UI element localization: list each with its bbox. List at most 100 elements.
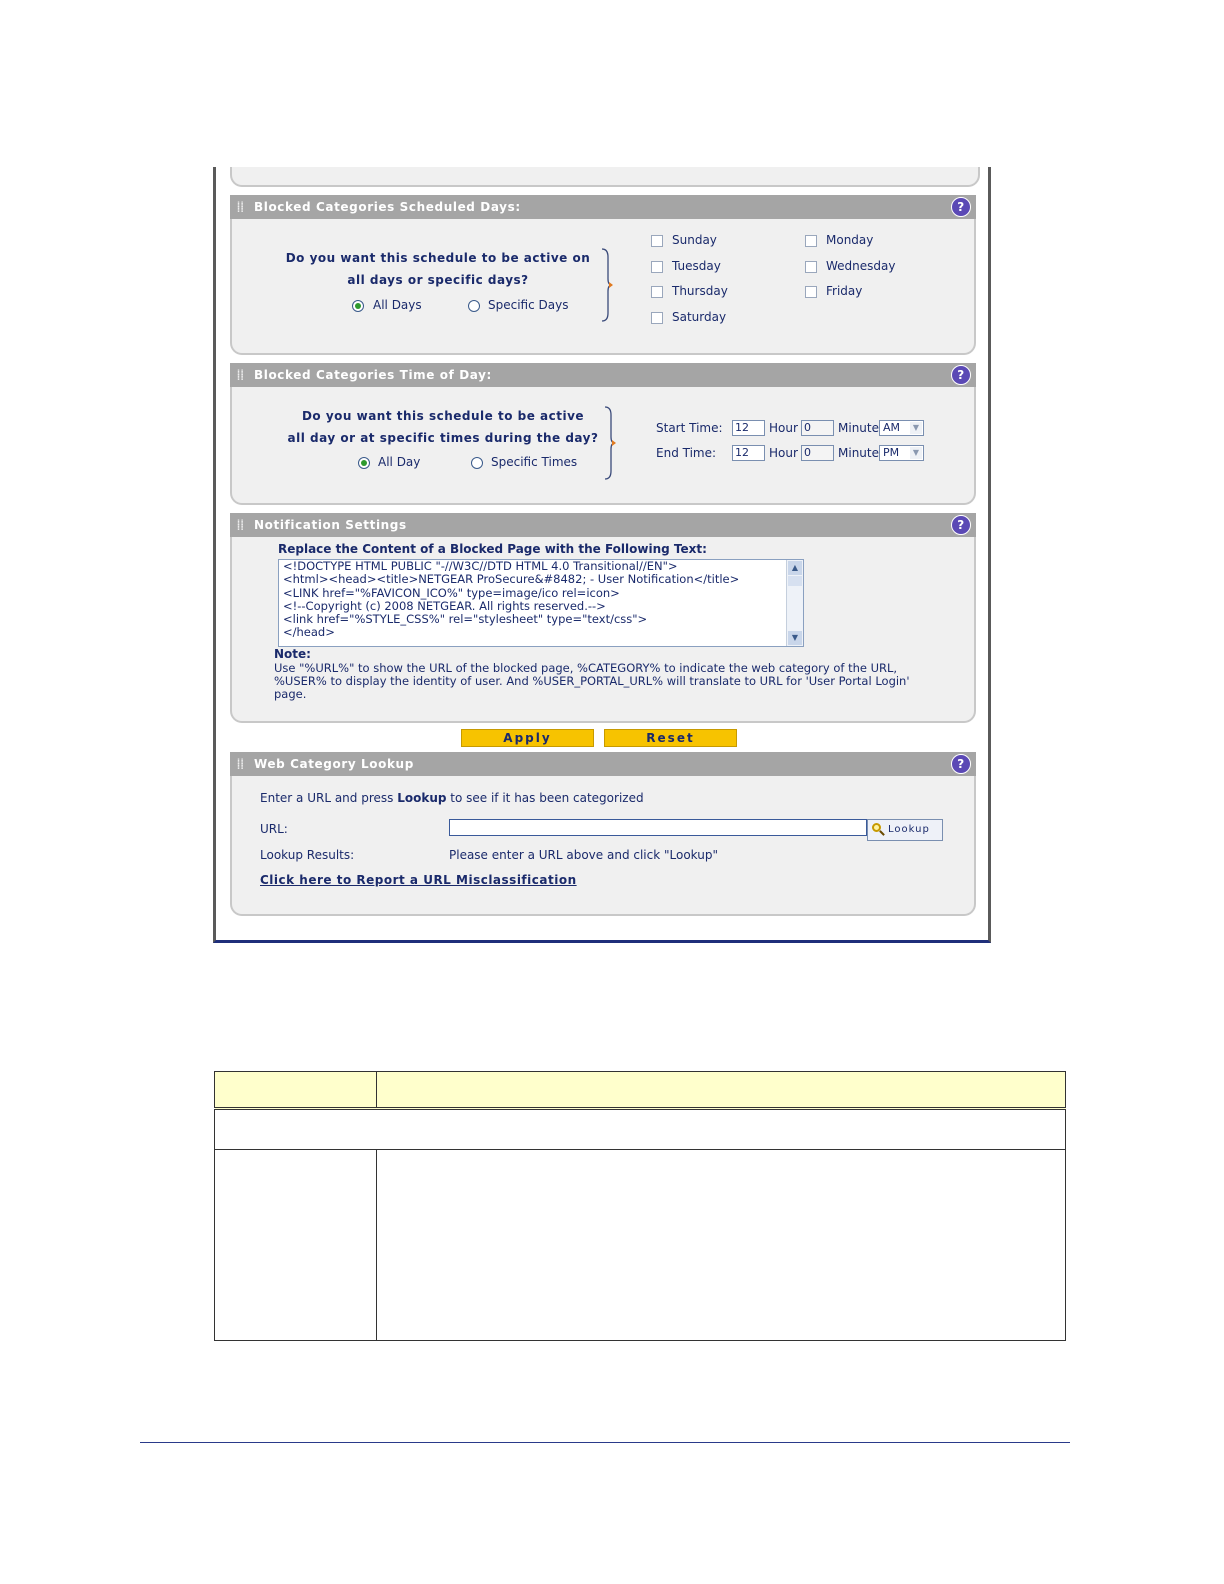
intro-bold: Lookup (397, 791, 447, 805)
notification-textarea[interactable]: <!DOCTYPE HTML PUBLIC "-//W3C//DTD HTML … (278, 559, 804, 647)
specific-times-radio[interactable] (471, 457, 483, 469)
url-label: URL: (260, 822, 288, 836)
url-input[interactable] (449, 819, 867, 836)
end-ampm-value: PM (883, 446, 900, 459)
table-cell (376, 1149, 1066, 1341)
notification-title: Notification Settings (254, 518, 407, 532)
notification-panel: Replace the Content of a Blocked Page wi… (230, 537, 976, 723)
table-header-row (214, 1071, 1066, 1110)
lookup-results-value: Please enter a URL above and click "Look… (449, 848, 718, 862)
time-of-day-question: Do you want this schedule to be active a… (278, 405, 608, 449)
intro-text: Enter a URL and press (260, 791, 398, 805)
time-of-day-title: Blocked Categories Time of Day: (254, 368, 492, 382)
specific-days-radio[interactable] (468, 300, 480, 312)
apply-button[interactable]: Apply (461, 729, 594, 747)
time-of-day-panel: Do you want this schedule to be active a… (230, 387, 976, 505)
textarea-line: <link href="%STYLE_CSS%" rel="stylesheet… (283, 612, 648, 627)
friday-checkbox[interactable] (805, 286, 817, 298)
help-icon[interactable]: ? (951, 197, 971, 217)
all-day-label: All Day (378, 455, 421, 469)
start-hour-input[interactable]: 12 (732, 420, 765, 436)
tuesday-label: Tuesday (672, 259, 721, 273)
tuesday-checkbox[interactable] (651, 261, 663, 273)
all-days-label: All Days (373, 298, 422, 312)
sunday-checkbox[interactable] (651, 235, 663, 247)
textarea-line: <!DOCTYPE HTML PUBLIC "-//W3C//DTD HTML … (283, 559, 678, 573)
end-hour-input[interactable]: 12 (732, 445, 765, 461)
settings-table (214, 1071, 1066, 1341)
lookup-button-label: Lookup (888, 824, 930, 835)
brace-icon (604, 406, 616, 480)
notification-header: ⁞⁞ ⁞⁞ Notification Settings ? (230, 513, 976, 537)
note-line: %USER% to display the identity of user. … (274, 674, 910, 688)
saturday-label: Saturday (672, 310, 727, 324)
textarea-line: </head> (283, 625, 335, 640)
question-line: all days or specific days? (347, 273, 529, 287)
scroll-up-icon[interactable]: ▲ (788, 561, 802, 575)
textarea-scrollbar[interactable]: ▲ ▼ (786, 560, 803, 646)
table-header-cell (376, 1071, 1066, 1110)
scheduled-days-header: ⁞⁞ ⁞⁞ Blocked Categories Scheduled Days: … (230, 195, 976, 219)
intro-text: to see if it has been categorized (446, 791, 644, 805)
notification-heading: Replace the Content of a Blocked Page wi… (278, 542, 707, 556)
thursday-label: Thursday (672, 284, 728, 298)
reset-button[interactable]: Reset (604, 729, 737, 747)
scheduled-days-panel: Do you want this schedule to be active o… (230, 219, 976, 355)
specific-times-label: Specific Times (491, 455, 578, 469)
table-header-cell (214, 1071, 377, 1110)
previous-panel-end (230, 167, 980, 187)
start-ampm-select[interactable]: AM ▼ (879, 420, 924, 436)
grip-icon: ⁞⁞ ⁞⁞ (237, 518, 245, 532)
end-ampm-select[interactable]: PM ▼ (879, 445, 924, 461)
scroll-thumb[interactable] (788, 576, 802, 586)
help-icon[interactable]: ? (951, 754, 971, 774)
chevron-down-icon: ▼ (910, 422, 922, 434)
textarea-line: <LINK href="%FAVICON_ICO%" type=image/ic… (283, 585, 620, 600)
minute-label: Minute (838, 446, 879, 460)
screenshot-frame: ⁞⁞ ⁞⁞ Blocked Categories Scheduled Days: … (213, 167, 991, 943)
note-line: page. (274, 687, 307, 701)
footer-rule (140, 1442, 1070, 1443)
hour-label: Hour (769, 446, 798, 460)
end-minute-input[interactable]: 0 (801, 445, 834, 461)
note-label: Note: (274, 647, 311, 661)
question-line: Do you want this schedule to be active (301, 409, 585, 423)
lookup-button[interactable]: Lookup (867, 819, 943, 841)
start-minute-input[interactable]: 0 (801, 420, 834, 436)
table-row (214, 1108, 1066, 1150)
lookup-panel: Enter a URL and press Lookup to see if i… (230, 776, 976, 916)
question-line: Do you want this schedule to be active o… (285, 251, 591, 265)
table-section-cell (214, 1108, 1066, 1150)
monday-checkbox[interactable] (805, 235, 817, 247)
thursday-checkbox[interactable] (651, 286, 663, 298)
scheduled-days-title: Blocked Categories Scheduled Days: (254, 200, 521, 214)
specific-days-label: Specific Days (488, 298, 569, 312)
textarea-line: <!--Copyright (c) 2008 NETGEAR. All righ… (283, 598, 606, 613)
friday-label: Friday (826, 284, 863, 298)
brace-icon (601, 248, 613, 322)
start-time-label: Start Time: (656, 421, 723, 435)
lookup-intro: Enter a URL and press Lookup to see if i… (260, 791, 644, 805)
start-ampm-value: AM (883, 421, 901, 434)
textarea-line: <html><head><title>NETGEAR ProSecure&#84… (283, 572, 740, 587)
wednesday-label: Wednesday (826, 259, 896, 273)
lookup-title: Web Category Lookup (254, 757, 414, 771)
time-of-day-header: ⁞⁞ ⁞⁞ Blocked Categories Time of Day: ? (230, 363, 976, 387)
hour-label: Hour (769, 421, 798, 435)
scroll-down-icon[interactable]: ▼ (788, 631, 802, 645)
wednesday-checkbox[interactable] (805, 261, 817, 273)
chevron-down-icon: ▼ (910, 447, 922, 459)
all-day-radio[interactable] (358, 457, 370, 469)
saturday-checkbox[interactable] (651, 312, 663, 324)
monday-label: Monday (826, 233, 874, 247)
help-icon[interactable]: ? (951, 515, 971, 535)
help-icon[interactable]: ? (951, 365, 971, 385)
all-days-radio[interactable] (352, 300, 364, 312)
report-misclassification-link[interactable]: Click here to Report a URL Misclassifica… (260, 873, 577, 887)
grip-icon: ⁞⁞ ⁞⁞ (237, 200, 245, 214)
table-row (214, 1149, 1066, 1341)
lookup-header: ⁞⁞ ⁞⁞ Web Category Lookup ? (230, 752, 976, 776)
note-line: Use "%URL%" to show the URL of the block… (274, 661, 898, 675)
lookup-results-label: Lookup Results: (260, 848, 355, 862)
end-time-label: End Time: (656, 446, 717, 460)
